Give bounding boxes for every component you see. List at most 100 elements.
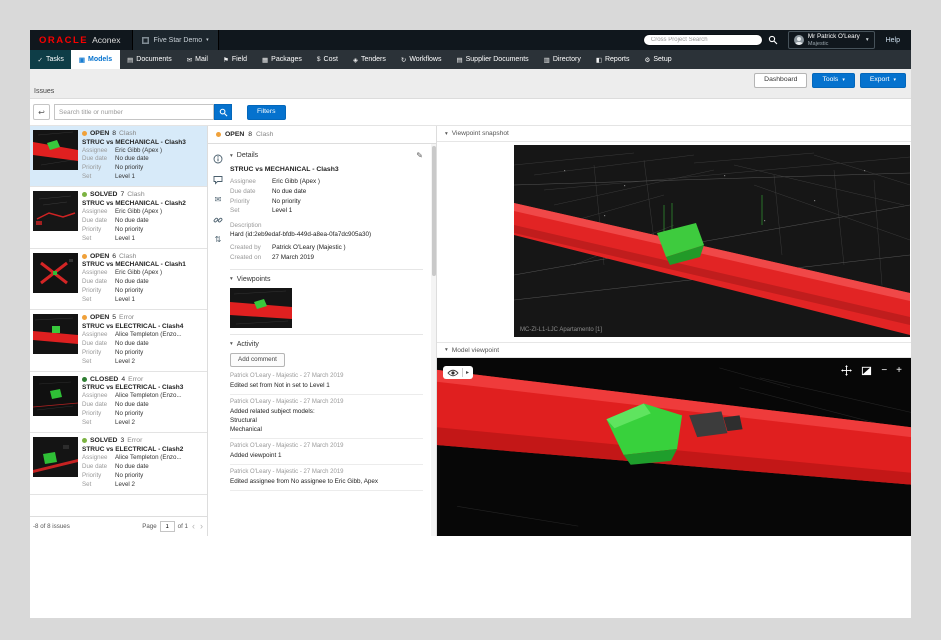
aconex-app-window: ORACLE Aconex Five Star Demo ▾ Mr Patric… — [30, 30, 911, 618]
help-link[interactable]: Help — [886, 37, 900, 44]
tab-supplier-documents[interactable]: Supplier Documents — [449, 50, 536, 69]
page-number-input[interactable] — [160, 521, 175, 532]
issue-set: Level 1 — [115, 173, 204, 182]
created-by-label: Created by — [230, 243, 272, 253]
detail-number: 8 — [248, 131, 252, 138]
previous-page-icon[interactable]: ‹ — [191, 522, 196, 531]
issue-priority: No priority — [115, 472, 204, 481]
search-button[interactable] — [214, 104, 232, 120]
issue-number: 6 — [112, 253, 116, 260]
edit-pencil-icon[interactable]: ✎ — [416, 151, 423, 160]
sort-arrows-icon[interactable]: ⇅ — [215, 236, 222, 244]
next-page-icon[interactable]: › — [199, 522, 204, 531]
model-viewpoint-header[interactable]: ▾ Model viewpoint — [437, 342, 911, 358]
collapse-panel-button[interactable]: ↩ — [33, 104, 50, 120]
tools-button[interactable]: Tools▾ — [812, 73, 854, 88]
search-icon[interactable] — [768, 35, 778, 45]
issue-list-item[interactable]: SOLVED7Clash STRUC vs MECHANICAL - Clash… — [30, 187, 207, 248]
chevron-down-icon: ▾ — [230, 153, 233, 159]
chevron-down-icon: ▾ — [230, 341, 233, 347]
detail-priority: No priority — [272, 197, 301, 207]
tab-tenders[interactable]: Tenders — [345, 50, 393, 69]
issue-list-item[interactable]: OPEN5Error STRUC vs ELECTRICAL - Clash4 … — [30, 310, 207, 371]
tab-setup[interactable]: Setup — [637, 50, 679, 69]
filters-button[interactable]: Filters — [247, 105, 286, 120]
zoom-out-icon[interactable]: − — [881, 366, 887, 376]
tender-icon — [353, 56, 358, 64]
issue-list-item[interactable]: OPEN8Clash STRUC vs MECHANICAL - Clash3 … — [30, 126, 207, 187]
tab-documents[interactable]: Documents — [120, 50, 180, 69]
model-viewport[interactable]: ▸ − + — [437, 358, 911, 536]
details-section-header[interactable]: ▾ Details ✎ — [230, 151, 423, 160]
status-dot — [82, 131, 87, 136]
tab-field[interactable]: Field — [216, 50, 255, 69]
created-by-value: Patrick O'Leary (Majestic ) — [272, 243, 346, 253]
issue-set: Level 1 — [115, 296, 204, 305]
issue-list-item[interactable]: CLOSED4Error STRUC vs ELECTRICAL - Clash… — [30, 372, 207, 433]
issue-title: STRUC vs ELECTRICAL - Clash2 — [82, 446, 204, 453]
activity-meta: Patrick O'Leary - Majestic - 27 March 20… — [230, 469, 423, 475]
issue-type: Clash — [119, 130, 136, 137]
scrollbar-thumb[interactable] — [432, 146, 436, 276]
add-comment-button[interactable]: Add comment — [230, 353, 285, 367]
search-icon — [219, 108, 228, 117]
viewpoints-section-header[interactable]: ▾ Viewpoints — [230, 276, 423, 283]
user-name: Mr Patrick O'Leary — [808, 33, 860, 41]
issue-list-item[interactable]: SOLVED3Error STRUC vs ELECTRICAL - Clash… — [30, 433, 207, 494]
model-viewpoint-image — [437, 358, 911, 536]
export-button[interactable]: Export▾ — [860, 73, 906, 88]
building-icon — [142, 37, 149, 44]
pan-icon[interactable] — [841, 365, 852, 376]
mail-icon[interactable]: ✉ — [215, 196, 222, 204]
activity-entry: Patrick O'Leary - Majestic - 27 March 20… — [230, 439, 423, 465]
issue-due: No due date — [115, 217, 204, 226]
issue-priority: No priority — [115, 410, 204, 419]
issue-status: SOLVED — [90, 191, 117, 198]
issue-thumbnail — [33, 130, 78, 170]
detail-title: STRUC vs MECHANICAL - Clash3 — [230, 166, 423, 173]
tab-models[interactable]: Models — [71, 50, 119, 69]
issue-type: Clash — [119, 253, 136, 260]
viewpoint-snapshot-image: MC-ZI-L1-LJC Apartamento [1] — [514, 145, 910, 337]
chevron-down-icon: ▾ — [206, 37, 209, 43]
tab-workflows[interactable]: Workflows — [393, 50, 449, 69]
detail-scrollbar[interactable] — [431, 144, 436, 536]
viewport-controls: − + — [841, 365, 902, 376]
issue-search-input[interactable] — [54, 104, 214, 120]
viewpoint-snapshot-header[interactable]: ▾ Viewpoint snapshot — [437, 126, 911, 142]
content-row: OPEN8Clash STRUC vs MECHANICAL - Clash3 … — [30, 125, 911, 536]
tab-reports[interactable]: Reports — [588, 50, 637, 69]
viewpoint-thumbnail[interactable] — [230, 288, 292, 328]
visibility-toolbar[interactable]: ▸ — [443, 366, 473, 379]
issue-priority: No priority — [115, 164, 204, 173]
issue-due: No due date — [115, 401, 204, 410]
expand-arrow-icon[interactable]: ▸ — [466, 369, 469, 376]
tab-cost[interactable]: Cost — [309, 50, 345, 69]
issue-set: Level 2 — [115, 481, 204, 490]
tab-directory[interactable]: Directory — [536, 50, 588, 69]
project-selector[interactable]: Five Star Demo ▾ — [132, 30, 218, 50]
issue-type: Error — [119, 314, 134, 321]
comment-icon[interactable] — [213, 175, 223, 185]
issue-due: No due date — [115, 340, 204, 349]
issue-due: No due date — [115, 278, 204, 287]
activity-section-header[interactable]: ▾ Activity — [230, 341, 423, 348]
issue-title: STRUC vs MECHANICAL - Clash1 — [82, 261, 204, 268]
issue-list-item[interactable]: OPEN6Clash STRUC vs MECHANICAL - Clash1 … — [30, 249, 207, 310]
user-menu[interactable]: Mr Patrick O'Leary Majestic ▾ — [788, 31, 875, 49]
description-value: Hard (id:2eb9edaf-bfdb-449d-a8ea-0fa7dc9… — [230, 231, 423, 238]
section-clip-icon[interactable] — [861, 365, 872, 376]
dashboard-button[interactable]: Dashboard — [754, 73, 807, 88]
supplier-documents-icon — [456, 56, 462, 64]
info-icon[interactable] — [213, 154, 223, 164]
package-icon — [262, 56, 268, 64]
tab-packages[interactable]: Packages — [255, 50, 310, 69]
cross-project-search-input[interactable] — [643, 34, 763, 46]
link-icon[interactable] — [213, 215, 223, 225]
zoom-in-icon[interactable]: + — [896, 366, 902, 376]
status-dot — [82, 438, 87, 443]
snapshot-watermark: MC-ZI-L1-LJC Apartamento [1] — [520, 327, 602, 333]
tab-mail[interactable]: Mail — [179, 50, 215, 69]
tab-tasks[interactable]: Tasks — [30, 50, 71, 69]
issue-status: OPEN — [90, 253, 109, 260]
